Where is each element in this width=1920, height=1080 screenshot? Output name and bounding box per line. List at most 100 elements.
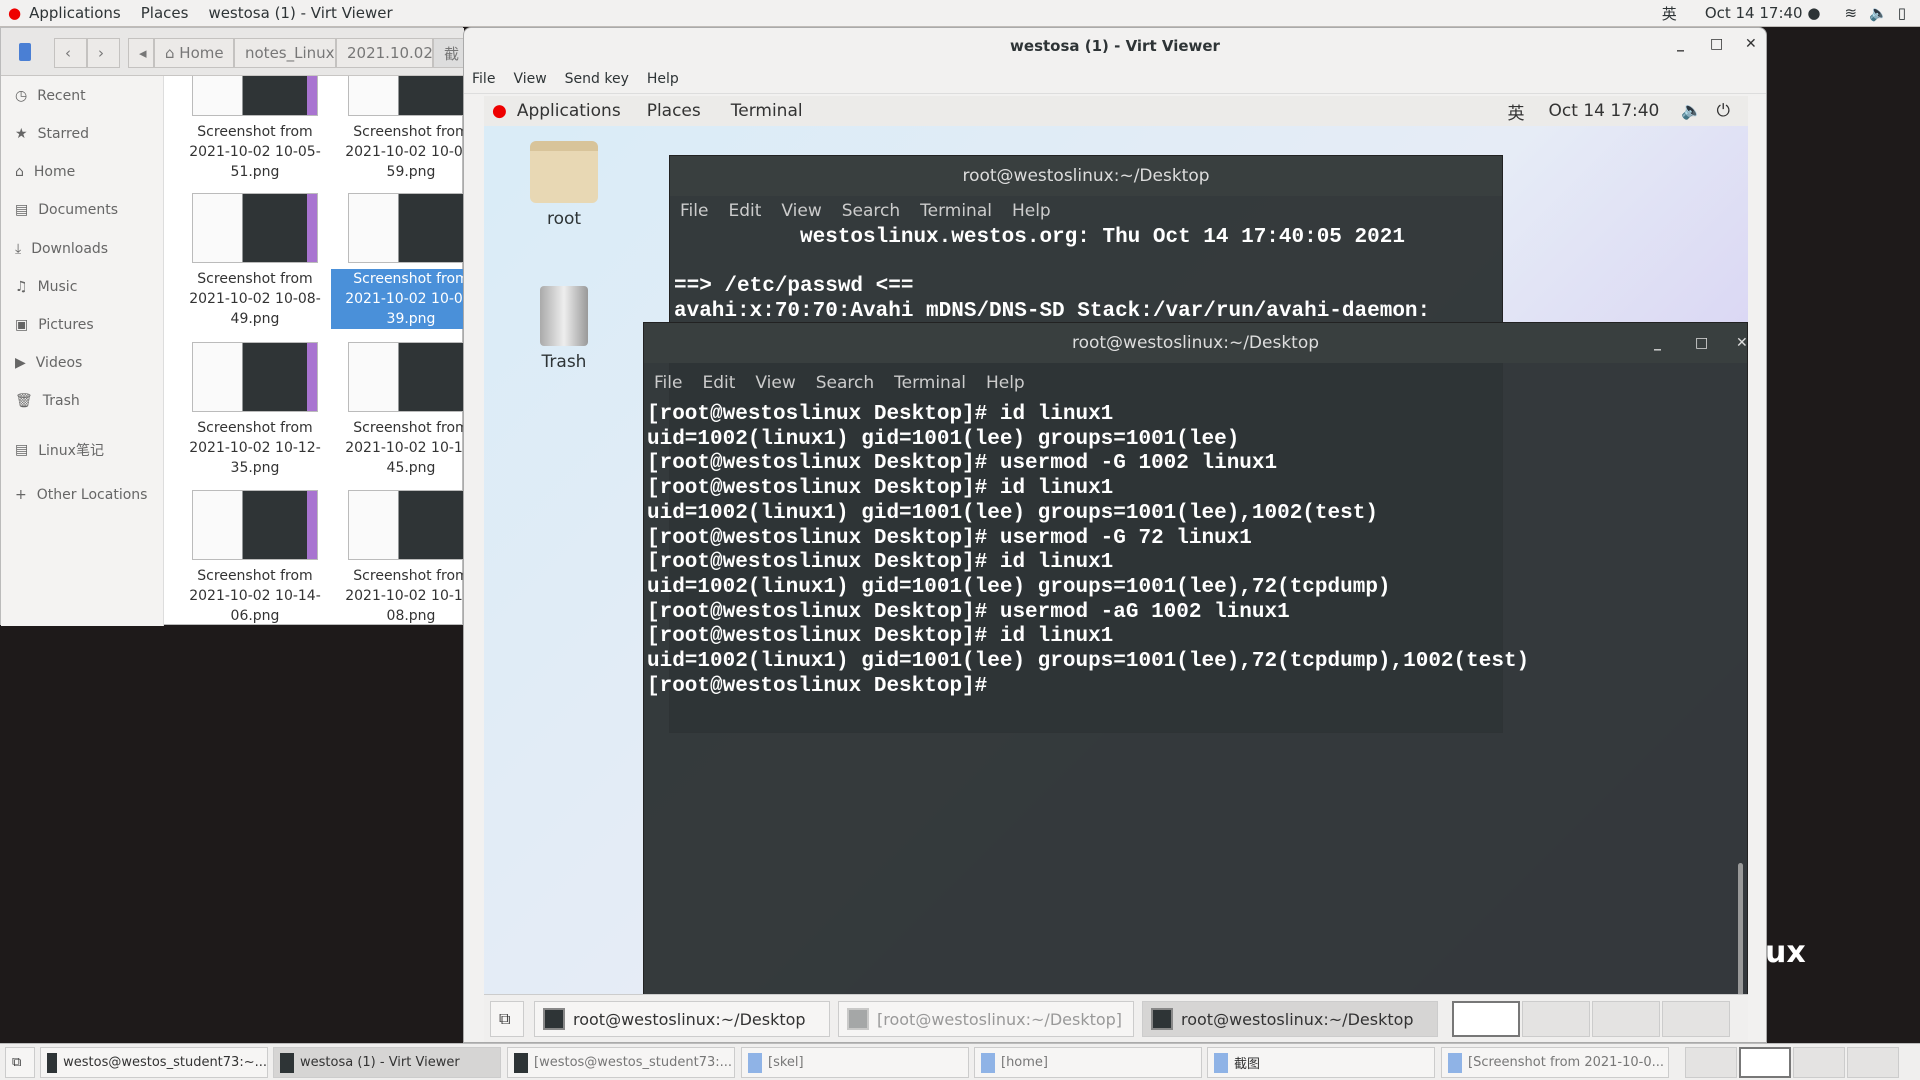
guest-task-terminal-1[interactable]: root@westoslinux:~/Desktop bbox=[534, 1001, 830, 1037]
terminal-close-button[interactable]: ✕ bbox=[1736, 335, 1748, 351]
file-thumbnail[interactable] bbox=[348, 76, 464, 116]
workspace-1[interactable] bbox=[1452, 1001, 1520, 1037]
file-label[interactable]: Screenshot from 2021-10-02 10-09-39.png bbox=[331, 269, 464, 329]
file-thumbnail[interactable] bbox=[192, 490, 318, 560]
breadcrumb-home[interactable]: ⌂ Home bbox=[154, 38, 234, 68]
terminal-menu-help[interactable]: Help bbox=[1012, 201, 1051, 221]
guest-task-terminal-2[interactable]: [root@westoslinux:~/Desktop] bbox=[838, 1001, 1134, 1037]
places-menu[interactable]: Places bbox=[141, 4, 189, 22]
sidebar-item[interactable]: ▣ Pictures bbox=[15, 317, 94, 333]
workspace-2[interactable] bbox=[1522, 1001, 1590, 1037]
front-terminal-window[interactable]: root@westoslinux:~/Desktop _ □ ✕ File Edi… bbox=[643, 322, 1748, 998]
file-label[interactable]: Screenshot from 2021-10-02 10-08-49.png bbox=[175, 269, 335, 329]
sidebar-item[interactable]: ⤓ Downloads bbox=[15, 241, 108, 257]
file-label[interactable]: Screenshot from 2021-10-02 10-12-35.png bbox=[175, 418, 335, 478]
menu-view[interactable]: View bbox=[513, 71, 546, 87]
file-thumbnail[interactable] bbox=[348, 193, 464, 263]
sidebar-item[interactable]: ★ Starred bbox=[15, 126, 89, 142]
sidebar-item[interactable]: ⌂ Home bbox=[15, 164, 75, 180]
file-label[interactable]: Screenshot from 2021-10-02 10-14-06.png bbox=[175, 566, 335, 626]
back-terminal-output[interactable]: westoslinux.westos.org: Thu Oct 14 17:40… bbox=[670, 226, 1502, 325]
volume-icon[interactable]: 🔈 bbox=[1869, 4, 1888, 22]
menu-send-key[interactable]: Send key bbox=[565, 71, 629, 87]
host-workspace-4[interactable] bbox=[1847, 1047, 1899, 1078]
terminal-menu-file[interactable]: File bbox=[680, 201, 708, 221]
battery-icon[interactable]: ▯ bbox=[1898, 4, 1906, 22]
window-title: westosa (1) - Virt Viewer bbox=[1010, 37, 1220, 55]
minimize-button[interactable]: _ bbox=[1677, 36, 1684, 52]
host-task-button[interactable]: [home] bbox=[974, 1047, 1202, 1078]
terminal-menu-edit[interactable]: Edit bbox=[702, 373, 735, 393]
menu-file[interactable]: File bbox=[472, 71, 495, 87]
file-manager-header: ‹ › ◂ ⌂ Home notes_Linux 2021.10.02 截 bbox=[1, 28, 473, 76]
front-terminal-output[interactable]: [root@westoslinux Desktop]# id linux1 uid… bbox=[644, 403, 1747, 699]
sidebar-item[interactable]: ▶ Videos bbox=[15, 355, 82, 371]
sidebar-item[interactable]: + Other Locations bbox=[15, 487, 147, 503]
breadcrumb-scroll-left[interactable]: ◂ bbox=[128, 38, 154, 68]
host-workspace-3[interactable] bbox=[1793, 1047, 1845, 1078]
file-label[interactable]: Screenshot from 2021-10-02 10-05-59.png bbox=[331, 122, 464, 182]
host-workspace-2[interactable] bbox=[1739, 1047, 1791, 1078]
sidebar-item[interactable]: ▤ Linux笔记 bbox=[15, 440, 104, 460]
workspace-3[interactable] bbox=[1592, 1001, 1660, 1037]
terminal-menu-edit[interactable]: Edit bbox=[728, 201, 761, 221]
desktop-icon-root[interactable]: root bbox=[524, 141, 604, 229]
file-thumbnail[interactable] bbox=[348, 490, 464, 560]
terminal-maximize-button[interactable]: □ bbox=[1695, 335, 1708, 351]
guest-display[interactable]: ● Applications Places Terminal 英 Oct 14 … bbox=[484, 96, 1748, 998]
terminal-menu-search[interactable]: Search bbox=[842, 201, 900, 221]
back-button[interactable]: ‹ bbox=[54, 38, 87, 68]
terminal-menu-view[interactable]: View bbox=[781, 201, 821, 221]
guest-applications-menu[interactable]: Applications bbox=[517, 101, 621, 121]
terminal-menu-search[interactable]: Search bbox=[816, 373, 874, 393]
close-button[interactable]: ✕ bbox=[1745, 36, 1757, 52]
host-show-desktop[interactable]: ⧉ bbox=[5, 1047, 35, 1078]
menu-help[interactable]: Help bbox=[647, 71, 679, 87]
terminal-minimize-button[interactable]: _ bbox=[1654, 335, 1661, 351]
guest-power-icon[interactable]: ⏻ bbox=[1717, 101, 1730, 121]
host-task-button[interactable]: westos@westos_student73:~... bbox=[40, 1047, 268, 1078]
file-thumbnail[interactable] bbox=[192, 193, 318, 263]
file-label[interactable]: Screenshot from 2021-10-02 10-14-08.png bbox=[331, 566, 464, 626]
terminal-menu-terminal[interactable]: Terminal bbox=[894, 373, 966, 393]
clock[interactable]: Oct 14 17:40 ● bbox=[1705, 4, 1821, 22]
back-terminal-menubar: File Edit View Search Terminal Help bbox=[670, 196, 1502, 226]
host-workspace-1[interactable] bbox=[1685, 1047, 1737, 1078]
host-task-button[interactable]: 截图 bbox=[1207, 1047, 1435, 1078]
guest-task-terminal-3[interactable]: root@westoslinux:~/Desktop bbox=[1142, 1001, 1438, 1037]
guest-volume-icon[interactable]: 🔈 bbox=[1681, 101, 1702, 121]
file-thumbnail[interactable] bbox=[192, 342, 318, 412]
terminal-menu-file[interactable]: File bbox=[654, 373, 682, 393]
sidebar-item[interactable]: ◷ Recent bbox=[15, 88, 86, 104]
breadcrumb-notes-linux[interactable]: notes_Linux bbox=[234, 38, 336, 68]
applications-menu[interactable]: Applications bbox=[29, 4, 121, 22]
sidebar-item[interactable]: ♫ Music bbox=[15, 279, 77, 295]
forward-button[interactable]: › bbox=[87, 38, 120, 68]
terminal-menu-help[interactable]: Help bbox=[986, 373, 1025, 393]
guest-ime-indicator[interactable]: 英 bbox=[1508, 99, 1525, 124]
guest-clock[interactable]: Oct 14 17:40 bbox=[1549, 101, 1660, 121]
desktop-icon-trash[interactable]: Trash bbox=[524, 286, 604, 372]
host-task-button[interactable]: westosa (1) - Virt Viewer bbox=[273, 1047, 501, 1078]
workspace-4[interactable] bbox=[1662, 1001, 1730, 1037]
breadcrumb-date[interactable]: 2021.10.02 bbox=[336, 38, 433, 68]
active-window-title[interactable]: westosa (1) - Virt Viewer bbox=[208, 4, 392, 22]
terminal-menu-view[interactable]: View bbox=[755, 373, 795, 393]
guest-terminal-menu[interactable]: Terminal bbox=[731, 101, 803, 121]
host-task-button[interactable]: [westos@westos_student73:... bbox=[507, 1047, 735, 1078]
wifi-icon[interactable]: ≋ bbox=[1844, 4, 1857, 22]
file-thumbnail[interactable] bbox=[348, 342, 464, 412]
host-task-button[interactable]: [skel] bbox=[741, 1047, 969, 1078]
terminal-menu-terminal[interactable]: Terminal bbox=[920, 201, 992, 221]
file-label[interactable]: Screenshot from 2021-10-02 10-05-51.png bbox=[175, 122, 335, 182]
guest-places-menu[interactable]: Places bbox=[647, 101, 701, 121]
guest-show-desktop[interactable]: ⧉ bbox=[490, 1001, 524, 1037]
sidebar-item[interactable]: 🗑 Trash bbox=[15, 393, 80, 409]
file-thumbnail[interactable] bbox=[192, 76, 318, 116]
sidebar-item[interactable]: ▤ Documents bbox=[15, 202, 118, 218]
terminal-scrollbar[interactable] bbox=[1738, 863, 1743, 998]
file-label[interactable]: Screenshot from 2021-10-02 10-12-45.png bbox=[331, 418, 464, 478]
maximize-button[interactable]: □ bbox=[1710, 36, 1723, 52]
ime-indicator[interactable]: 英 bbox=[1662, 3, 1677, 24]
host-task-button[interactable]: [Screenshot from 2021-10-0... bbox=[1441, 1047, 1669, 1078]
